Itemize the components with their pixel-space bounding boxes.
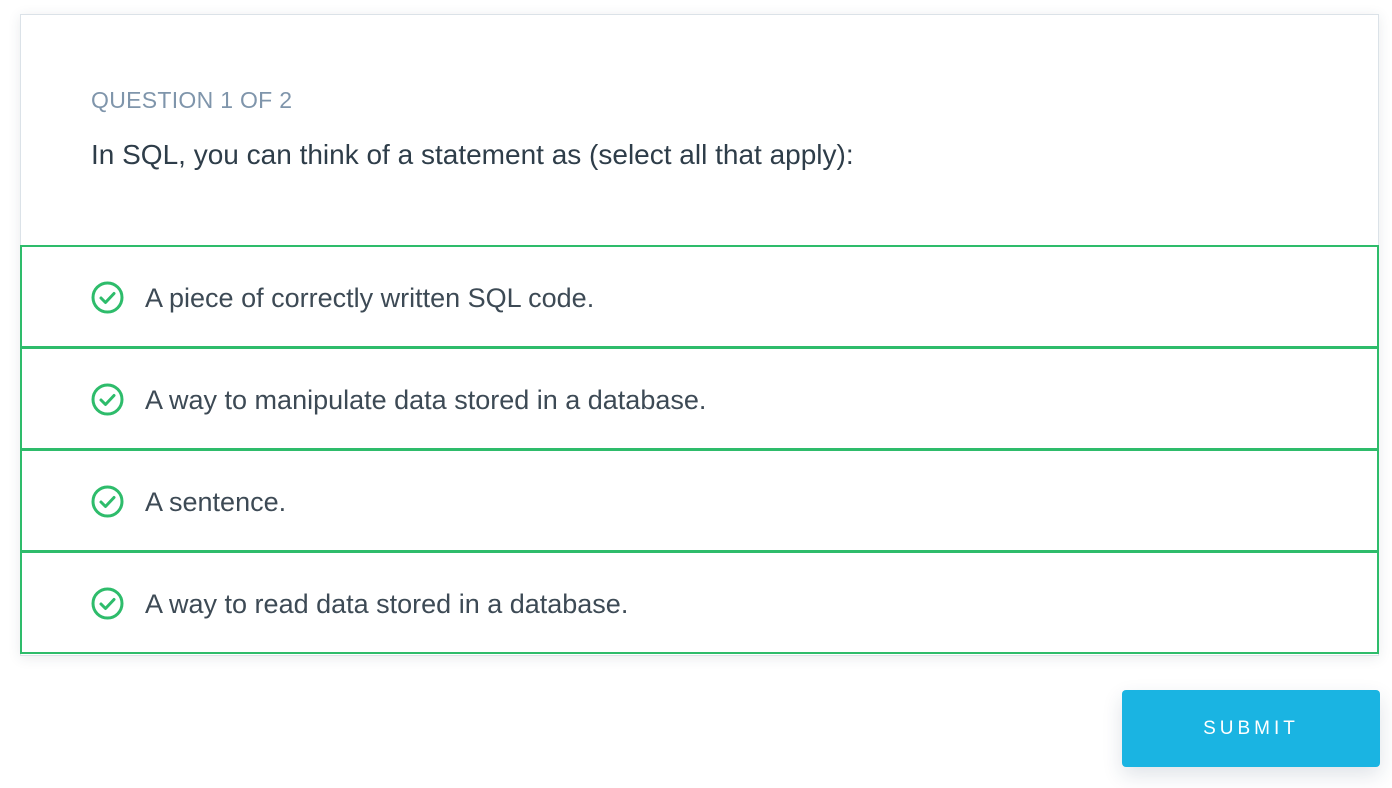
question-text: In SQL, you can think of a statement as … (91, 139, 854, 170)
check-circle-icon (91, 281, 124, 314)
answer-option-1[interactable]: A piece of correctly written SQL code. (20, 245, 1379, 348)
answer-option-label: A piece of correctly written SQL code. (145, 283, 595, 313)
answer-option-2[interactable]: A way to manipulate data stored in a dat… (20, 347, 1379, 450)
answer-option-3[interactable]: A sentence. (20, 449, 1379, 552)
answer-option-label: A way to read data stored in a database. (145, 589, 629, 619)
question-header: QUESTION 1 OF 2 In SQL, you can think of… (21, 15, 1378, 246)
check-circle-icon (91, 587, 124, 620)
submit-button[interactable]: SUBMIT (1122, 690, 1380, 767)
answer-options: A piece of correctly written SQL code. A… (20, 245, 1379, 654)
answer-option-label: A sentence. (145, 487, 287, 517)
answer-option-4[interactable]: A way to read data stored in a database. (20, 551, 1379, 654)
answer-option-label: A way to manipulate data stored in a dat… (145, 385, 707, 415)
check-circle-icon (91, 485, 124, 518)
check-circle-icon (91, 383, 124, 416)
quiz-card: QUESTION 1 OF 2 In SQL, you can think of… (20, 14, 1379, 656)
question-counter: QUESTION 1 OF 2 (91, 87, 293, 113)
